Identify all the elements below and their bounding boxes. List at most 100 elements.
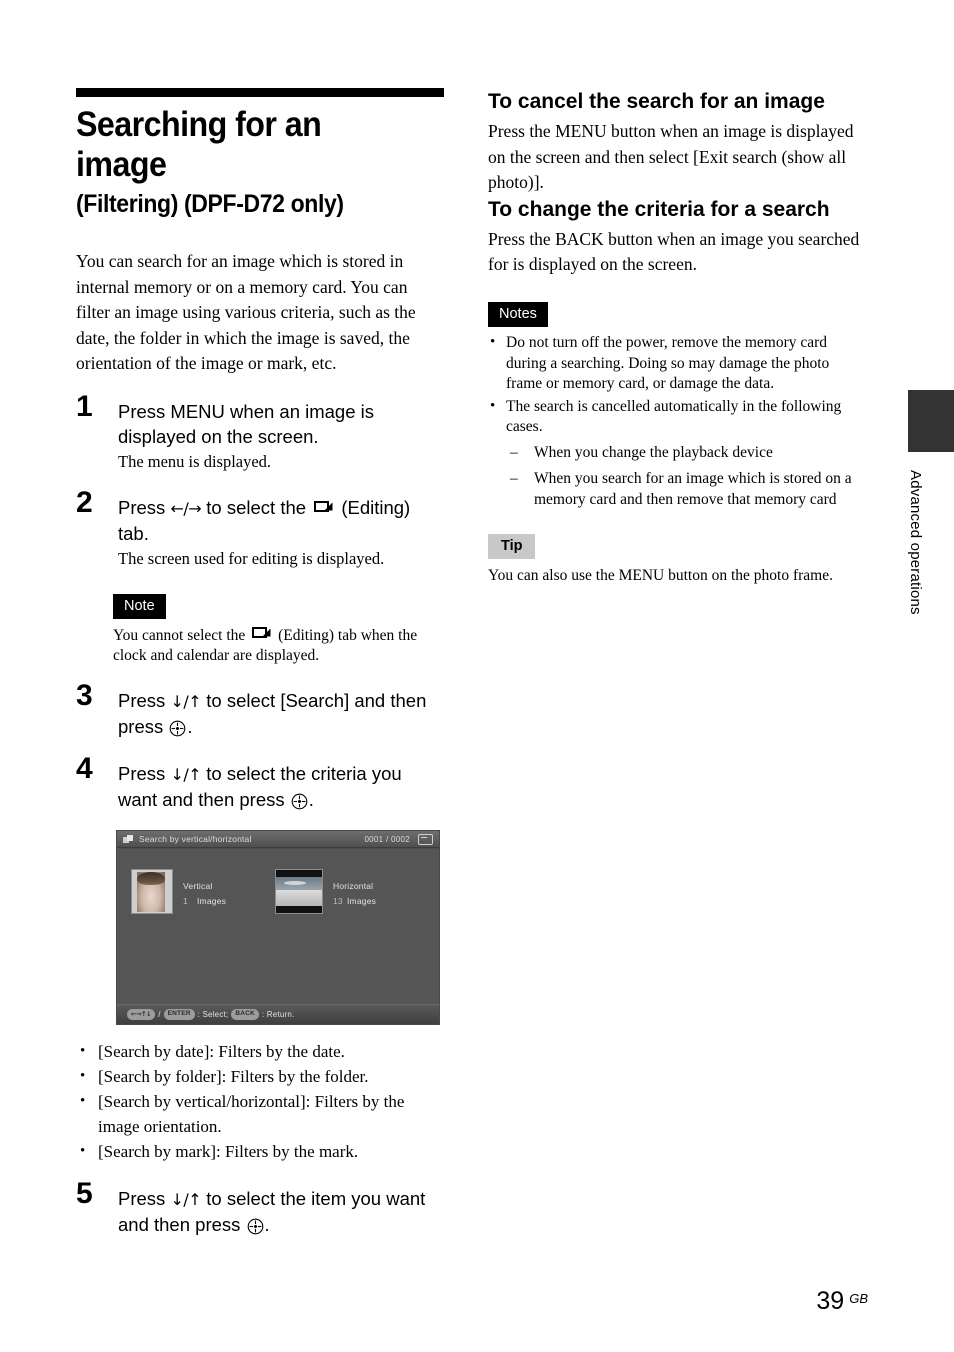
step-instruction: Press MENU when an image is displayed on…: [118, 399, 444, 449]
device-item-unit: Images: [197, 896, 227, 906]
step-text: Press: [118, 763, 171, 784]
step-text: .: [187, 716, 193, 737]
notes-sublist: When you change the playback device When…: [488, 442, 860, 510]
step-number: 1: [76, 389, 93, 423]
note-text: You cannot select the (Editing) tab when…: [113, 626, 444, 666]
landscape-photo-thumbnail: [275, 869, 323, 914]
device-screen-body: Vertical 1 Images Horizontal 13 Images: [117, 849, 439, 1004]
device-item-count-line: 1 Images: [183, 896, 226, 906]
notes-list: Do not turn off the power, remove the me…: [488, 332, 860, 438]
device-title-bar: Search by vertical/horizontal 0001 / 000…: [117, 831, 439, 848]
list-item: [Search by mark]: Filters by the mark.: [76, 1139, 444, 1164]
step-3: 3 Press ↓/↑ to select [Search] and then …: [76, 681, 444, 739]
device-item-label: Horizontal: [333, 881, 374, 891]
page-subtitle: (Filtering) (DPF-D72 only): [76, 190, 344, 218]
section-heading-change-criteria: To change the criteria for a search: [488, 197, 830, 221]
portrait-photo-thumbnail: [131, 869, 173, 914]
step-number: 2: [76, 485, 93, 519]
list-item: [Search by date]: Filters by the date.: [76, 1039, 444, 1064]
device-footer-select-text: : Select;: [197, 1010, 229, 1019]
step-number: 5: [76, 1177, 93, 1210]
step-text: Press: [118, 496, 171, 518]
device-item-count: 1: [183, 896, 188, 906]
device-item-count: 13: [333, 896, 343, 906]
list-item: [Search by vertical/horizontal]: Filters…: [76, 1089, 444, 1139]
step-text: Press: [118, 690, 171, 711]
manual-page: Searching for an image (Filtering) (DPF-…: [0, 0, 954, 1352]
device-list-item-text: Horizontal 13 Images: [333, 869, 376, 906]
device-list-item[interactable]: Horizontal 13 Images: [275, 869, 376, 914]
step-text: to select the: [201, 496, 312, 518]
note-badge: Note: [113, 593, 166, 619]
step-instruction: Press ↓/↑ to select the criteria you wan…: [118, 761, 444, 812]
device-list-item[interactable]: Vertical 1 Images: [131, 869, 226, 914]
enter-key-icon: ENTER: [163, 1008, 195, 1021]
left-right-arrows-icon: ←/→: [170, 498, 202, 518]
down-up-arrows-icon: ↓/↑: [170, 765, 202, 784]
left-column: Searching for an image (Filtering) (DPF-…: [76, 88, 444, 1237]
step-2: 2 Press ←/→ to select the (Editing) tab.…: [76, 487, 444, 570]
step-text: .: [308, 789, 314, 810]
step-result: The screen used for editing is displayed…: [118, 548, 385, 568]
enter-button-icon: [169, 718, 186, 737]
intro-paragraph: You can search for an image which is sto…: [76, 251, 416, 373]
list-item: When you change the playback device: [510, 442, 860, 463]
step-5: 5 Press ↓/↑ to select the item you want …: [76, 1179, 444, 1237]
list-item: Do not turn off the power, remove the me…: [488, 332, 860, 395]
side-tab-label: Advanced operations: [907, 470, 924, 615]
right-column: To cancel the search for an image Press …: [488, 88, 860, 586]
list-item: The search is cancelled automatically in…: [488, 396, 860, 438]
step-number: 4: [76, 752, 93, 785]
step-number: 3: [76, 679, 93, 712]
note-callout: Note You cannot select the (Editing) tab…: [113, 593, 444, 667]
editing-tab-icon: [252, 627, 271, 642]
notes-callout: Notes Do not turn off the power, remove …: [488, 301, 860, 510]
section-body-cancel-search: Press the MENU button when an image is d…: [488, 121, 854, 192]
editing-tab-icon: [314, 500, 333, 516]
step-1: 1 Press MENU when an image is displayed …: [76, 391, 444, 473]
down-up-arrows-icon: ↓/↑: [170, 1190, 202, 1209]
page-number: 39 GB: [816, 1286, 868, 1314]
display-mode-icon: [418, 833, 433, 845]
step-instruction: Press ↓/↑ to select [Search] and then pr…: [118, 688, 444, 739]
step-text: Press: [118, 1188, 171, 1209]
step-text: Press MENU when an image is displayed on…: [118, 400, 375, 447]
criteria-list: [Search by date]: Filters by the date. […: [76, 1039, 444, 1164]
enter-button-icon: [247, 1216, 264, 1235]
editing-icon-pen: [324, 502, 333, 510]
page-title: Searching for an image: [76, 105, 322, 184]
section-heading-cancel-search: To cancel the search for an image: [488, 90, 825, 113]
device-item-label: Vertical: [183, 881, 213, 891]
editing-icon-pen: [262, 628, 271, 637]
tip-badge: Tip: [488, 533, 536, 559]
section-body-change-criteria: Press the BACK button when an image you …: [488, 228, 860, 275]
device-footer-bar: ←→↑↓ / ENTER: Select; BACK: Return.: [117, 1004, 439, 1024]
folder-stack-icon: [123, 834, 134, 844]
notes-badge: Notes: [488, 301, 548, 327]
down-up-arrows-icon: ↓/↑: [170, 692, 202, 711]
device-footer-slash: /: [158, 1010, 161, 1019]
device-list-item-text: Vertical 1 Images: [183, 869, 226, 906]
list-item: When you search for an image which is st…: [510, 468, 860, 510]
note-text-before: You cannot select the: [113, 627, 250, 644]
step-result: The menu is displayed.: [118, 451, 272, 471]
device-screen-title: Search by vertical/horizontal: [139, 834, 252, 844]
step-text: .: [264, 1214, 270, 1235]
dpad-keys-icon: ←→↑↓: [127, 1008, 156, 1021]
page-number-value: 39: [816, 1287, 845, 1315]
device-item-unit: Images: [347, 896, 377, 906]
device-footer-return-text: : Return.: [261, 1010, 295, 1019]
tip-callout: Tip You can also use the MENU button on …: [488, 533, 860, 587]
list-item: [Search by folder]: Filters by the folde…: [76, 1064, 444, 1089]
device-image-counter: 0001 / 0002: [364, 834, 410, 844]
side-tab-marker: [908, 390, 954, 452]
tip-text: You can also use the MENU button on the …: [488, 567, 833, 584]
step-instruction: Press ↓/↑ to select the item you want an…: [118, 1186, 444, 1237]
step-4: 4 Press ↓/↑ to select the criteria you w…: [76, 754, 444, 812]
page-region-code: GB: [849, 1291, 868, 1306]
device-item-count-line: 13 Images: [333, 896, 376, 906]
title-rule: [76, 88, 444, 97]
step-instruction: Press ←/→ to select the (Editing) tab.: [118, 495, 444, 546]
device-screenshot: Search by vertical/horizontal 0001 / 000…: [116, 830, 440, 1025]
enter-button-icon: [291, 791, 308, 810]
